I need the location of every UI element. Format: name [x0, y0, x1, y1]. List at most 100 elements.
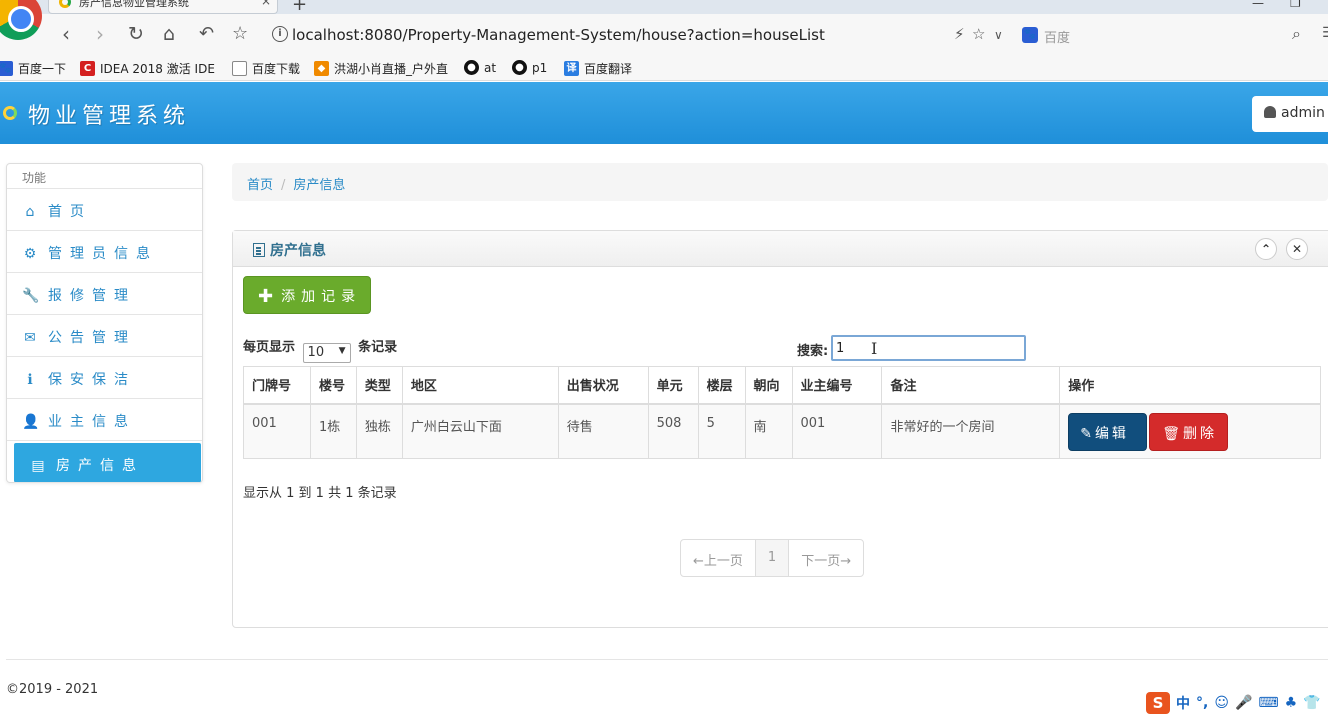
property-table: 门牌号 楼号 类型 地区 出售状况 单元 楼层 朝向 业主编号 备注 操作 00…	[243, 366, 1321, 459]
tab-close-icon[interactable]: ×	[261, 0, 271, 8]
menu-icon[interactable]: ☰	[1322, 25, 1328, 41]
bookmark-at[interactable]: ● at	[464, 60, 496, 75]
page-length-select[interactable]: 10 ▼	[302, 343, 351, 363]
forward-icon[interactable]: ›	[96, 23, 104, 45]
collapse-icon[interactable]: ⌃	[1255, 238, 1277, 260]
browser-search-box[interactable]: 百度	[1044, 27, 1070, 46]
bookmark-baidu-translate[interactable]: 译 百度翻译	[564, 60, 632, 77]
browser-tab[interactable]: 房产信息物业管理系统 ×	[48, 0, 278, 14]
column-header[interactable]: 门牌号	[243, 366, 311, 405]
bookmark-baidu-download[interactable]: 百度下载	[232, 60, 300, 77]
bookmark-star-icon[interactable]: ☆	[232, 23, 248, 45]
back-icon[interactable]: ‹	[62, 23, 70, 45]
envelope-icon: ✉	[24, 330, 36, 346]
window-maximize-button[interactable]: ❐	[1290, 0, 1301, 10]
edit-button[interactable]: ✎编辑	[1068, 412, 1148, 451]
breadcrumb-separator: /	[281, 178, 286, 193]
username: admin	[1281, 105, 1325, 121]
column-header[interactable]: 楼号	[309, 366, 357, 405]
column-header: 操作	[1059, 366, 1321, 405]
panel-title: 房产信息	[270, 243, 326, 259]
column-header[interactable]: 单元	[647, 366, 699, 405]
sidebar-item-label: 公告管理	[48, 330, 136, 346]
site-info-icon[interactable]: i	[272, 26, 288, 42]
sidebar-header: 功能	[7, 164, 202, 189]
gear-icon: ⚙	[23, 246, 37, 262]
chevron-down-icon[interactable]: ∨	[994, 28, 1003, 42]
trash-icon: 🗑	[1162, 425, 1183, 442]
github-icon: ●	[512, 60, 527, 75]
column-header[interactable]: 地区	[401, 366, 559, 405]
github-icon: ●	[464, 60, 479, 75]
emoji-icon[interactable]: ☺	[1214, 695, 1229, 711]
window-minimize-button[interactable]: —	[1252, 0, 1264, 10]
sidebar-item-notice[interactable]: ✉ 公告管理	[7, 315, 202, 357]
bookmark-douyu[interactable]: ◆ 洪湖小肖直播_户外直	[314, 60, 448, 77]
page-number-button[interactable]: 1	[755, 540, 790, 576]
brand-title[interactable]: 物业管理系统	[28, 98, 190, 130]
breadcrumb-home-link[interactable]: 首页	[247, 178, 273, 193]
add-record-button[interactable]: ✚ 添加记录	[243, 276, 371, 314]
shirt-icon[interactable]: 👕	[1303, 695, 1320, 711]
list-icon: ▤	[31, 458, 45, 474]
cell-owner-id: 001	[791, 403, 883, 459]
column-header[interactable]: 备注	[881, 366, 1061, 405]
column-header[interactable]: 出售状况	[557, 366, 649, 405]
search-icon[interactable]: ⌕	[1292, 24, 1301, 44]
sogou-ime-icon[interactable]: S	[1146, 692, 1170, 714]
sidebar-item-admin[interactable]: ⚙ 管理员信息	[7, 231, 202, 273]
column-header[interactable]: 类型	[355, 366, 403, 405]
home-icon[interactable]: ⌂	[163, 23, 175, 45]
close-icon[interactable]: ✕	[1286, 238, 1308, 260]
property-panel: 房产信息 ⌃ ✕ ✚ 添加记录 每页显示 10 ▼ 条记录 搜索: 1 I 门牌号 …	[232, 230, 1328, 628]
url-field[interactable]: localhost:8080/Property-Management-Syste…	[292, 26, 825, 44]
pagination: ←上一页 1 下一页→	[680, 539, 865, 577]
lightning-icon[interactable]: ⚡	[954, 25, 965, 43]
baidu-search-icon: 🐾	[1022, 27, 1038, 43]
edit-icon: ✎	[1080, 425, 1095, 442]
ime-punctuation-toggle[interactable]: °,	[1196, 695, 1208, 711]
plus-icon: ✚	[258, 286, 274, 307]
sidebar-item-property[interactable]: ▤ 房产信息	[14, 443, 201, 483]
user-menu-button[interactable]: admin ▾	[1252, 96, 1328, 132]
column-header[interactable]: 楼层	[697, 366, 746, 405]
app-header: 物业管理系统 admin ▾	[0, 82, 1328, 144]
keyboard-icon[interactable]: ⌨	[1258, 695, 1278, 711]
ime-mode-toggle[interactable]: 中	[1176, 693, 1190, 713]
bookmark-baidu[interactable]: 🐾 百度一下	[0, 60, 66, 77]
sidebar-item-home[interactable]: ⌂ 首页	[7, 189, 202, 231]
microphone-icon[interactable]: 🎤	[1235, 695, 1252, 711]
breadcrumb: 首页 / 房产信息	[232, 163, 1328, 201]
baidu-icon: 🐾	[0, 61, 13, 76]
user-icon	[1264, 106, 1276, 118]
bookmark-idea[interactable]: C IDEA 2018 激活 IDE	[80, 60, 215, 77]
info-icon: ℹ	[27, 372, 33, 388]
sidebar-item-label: 报修管理	[48, 288, 136, 304]
new-tab-button[interactable]: +	[292, 0, 307, 15]
cell-facing: 南	[744, 403, 793, 459]
sidebar-item-owner[interactable]: 👤 业主信息	[7, 399, 202, 441]
reload-icon[interactable]: ↻	[128, 23, 144, 45]
address-bar: ‹ › ↻ ⌂ ↶ ☆ i localhost:8080/Property-Ma…	[0, 14, 1328, 56]
next-page-button[interactable]: 下一页→	[789, 540, 863, 576]
prev-page-button[interactable]: ←上一页	[681, 540, 756, 576]
table-header-row: 门牌号 楼号 类型 地区 出售状况 单元 楼层 朝向 业主编号 备注 操作	[243, 366, 1321, 405]
favicon-icon	[59, 0, 71, 8]
favorite-star-icon[interactable]: ☆	[972, 25, 985, 43]
sidebar-item-repair[interactable]: 🔧 报修管理	[7, 273, 202, 315]
column-header[interactable]: 业主编号	[791, 366, 883, 405]
home-icon: ⌂	[25, 204, 35, 220]
text-cursor-icon: I	[871, 339, 878, 358]
caret-down-icon: ▼	[338, 346, 346, 356]
page-icon	[232, 61, 247, 76]
delete-button[interactable]: 🗑删除	[1149, 412, 1229, 451]
undo-icon[interactable]: ↶	[199, 23, 214, 45]
bookmark-p1[interactable]: ● p1	[512, 60, 547, 75]
document-icon	[253, 243, 265, 257]
idea-icon: C	[80, 61, 95, 76]
column-header[interactable]: 朝向	[744, 366, 793, 405]
search-input[interactable]: 1	[831, 335, 1026, 361]
cell-actions: ✎编辑 🗑删除	[1059, 403, 1321, 459]
skin-icon[interactable]: ♣	[1285, 695, 1298, 711]
sidebar-item-security[interactable]: ℹ 保安保洁	[7, 357, 202, 399]
